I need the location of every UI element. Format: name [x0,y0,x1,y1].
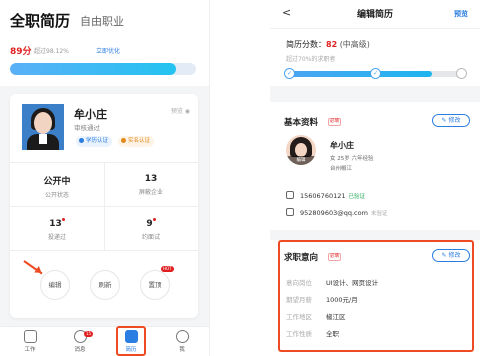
briefcase-icon [23,330,37,343]
nav-bar: < 编辑简历 预览 [270,0,480,28]
empty-node-icon [456,68,467,79]
tab-work[interactable]: 工作 [8,330,52,353]
edit-resume-screen: < 编辑简历 预览 简历分数：82 (中高级) 超过70%的求职者 ✓ ✓ 基本… [270,0,480,356]
user-name: 牟小庄 [330,141,354,150]
preview-link[interactable]: 预览 ◉ [171,106,190,115]
score-panel: 简历分数：82 (中高级) 超过70%的求职者 ✓ ✓ [270,28,480,86]
mail-icon [286,208,294,216]
resume-score: 89分 [10,47,32,57]
identity-verified-badge: 实名认证 [118,136,155,147]
tab-freelance[interactable]: 自由职业 [80,13,124,29]
resume-home-screen: 全职简历 自由职业 89分 超过98.12% 立即优化 牟小庄 审核通过 预览 … [0,0,210,356]
resume-card: 牟小庄 审核通过 预览 ◉ 学历认证 实名认证 公开中 公开状态 13 屏蔽企业… [10,94,198,318]
resume-tab-highlight [116,326,146,356]
education-verified-badge: 学历认证 [76,136,113,147]
tab-me[interactable]: 我 [160,330,204,353]
avatar[interactable] [22,104,64,150]
resume-header: 全职简历 自由职业 89分 超过98.12% 立即优化 [0,0,209,86]
user-icon [175,330,189,343]
tab-messages[interactable]: 消息 15 [58,330,102,353]
score-beat-text: 超过70%的求职者 [286,56,336,63]
unread-count-badge: 15 [84,331,94,337]
required-tag: 必填 [328,118,341,126]
user-meta: 女 25岁 六年经验 [330,156,374,162]
pin-top-button[interactable]: 置顶 HOT [140,266,174,300]
job-intent-highlight [278,240,474,352]
check-node-icon: ✓ [284,68,295,79]
stat-blocked-companies[interactable]: 13 屏蔽企业 [104,174,198,196]
score-label: 简历分数：82 (中高级) [286,40,370,49]
preview-button[interactable]: 预览 [454,9,468,19]
basic-edit-button[interactable]: ✎ 修改 [432,114,470,127]
refresh-button[interactable]: 刷新 [90,270,120,300]
optimize-link[interactable]: 立即优化 [96,46,120,55]
avatar[interactable]: 编辑 [286,135,316,165]
stat-applied[interactable]: 13 投递过 [10,218,104,241]
check-node-icon: ✓ [370,68,381,79]
stat-interviews[interactable]: 9 约面试 [104,218,198,241]
pencil-icon: ✎ [441,117,447,124]
email-row[interactable]: 952809603@qq.com 未验证 [286,208,387,217]
phone-row[interactable]: 15606760121 已验证 [286,191,365,200]
score-progress-fill [10,63,176,75]
score-progress-bar [10,63,196,75]
bottom-tab-bar: 工作 消息 15 简历 我 [0,326,209,356]
tab-fulltime-resume[interactable]: 全职简历 [10,10,70,31]
eye-icon: ◉ [184,108,190,115]
stat-public-status[interactable]: 公开中 公开状态 [10,174,104,199]
user-city: 台州椒江 [330,166,353,172]
review-status: 审核通过 [74,124,100,132]
section-title: 基本资料 [284,118,319,128]
user-name: 牟小庄 [74,108,107,121]
score-progress-fill [286,71,432,77]
phone-icon [286,191,294,199]
page-title: 编辑简历 [356,10,393,20]
edit-button[interactable]: 编辑 [40,270,70,300]
basic-info-section: 基本资料 必填 ✎ 修改 编辑 牟小庄 女 25岁 六年经验 台州椒江 1560… [270,102,480,230]
hot-badge: HOT [161,266,174,272]
score-beat-text: 超过98.12% [34,48,69,55]
score-progress-track: ✓ ✓ [284,68,467,79]
